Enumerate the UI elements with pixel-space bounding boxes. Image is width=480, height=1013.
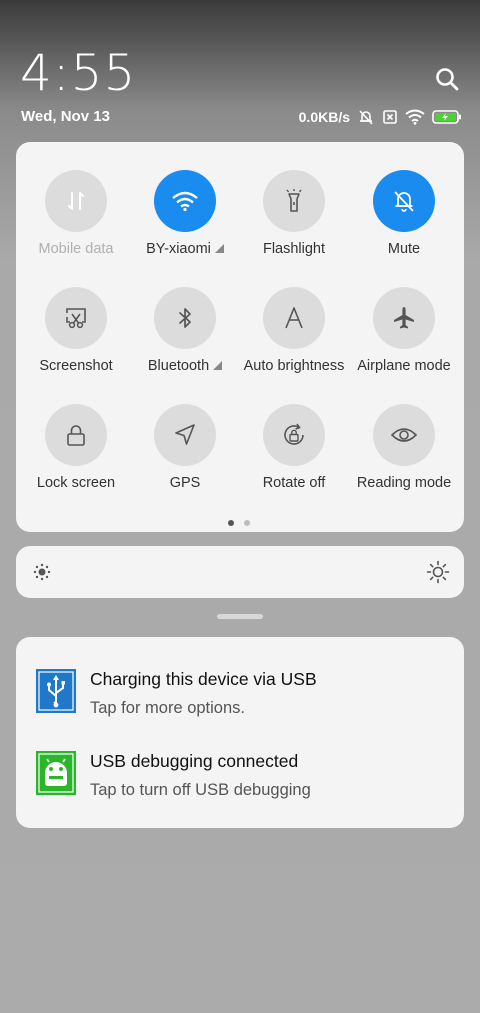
brightness-low-icon	[32, 562, 52, 587]
android-debug-icon	[36, 751, 76, 795]
expand-triangle-icon	[214, 244, 224, 253]
status-bar: 0.0KB/s	[299, 106, 462, 128]
notification-subtitle: Tap for more options.	[90, 699, 245, 717]
tile-flashlight[interactable]: Flashlight	[239, 170, 349, 257]
network-speed: 0.0KB/s	[298, 109, 350, 125]
tile-rotate-off[interactable]: Rotate off	[239, 404, 349, 491]
drag-handle[interactable]	[217, 614, 263, 619]
clock-time: 4:55	[20, 44, 137, 102]
tile-label: Reading mode	[356, 475, 452, 491]
tile-gps[interactable]: GPS	[130, 404, 240, 491]
brightness-high-icon	[426, 560, 450, 589]
notification-usb-charging[interactable]: Charging this device via USB Tap for mor…	[36, 669, 317, 718]
tile-auto-brightness[interactable]: Auto brightness	[239, 287, 349, 374]
tile-lock-screen[interactable]: Lock screen	[21, 404, 131, 491]
expand-triangle-icon	[213, 361, 223, 370]
tile-reading-mode[interactable]: Reading mode	[349, 404, 459, 491]
auto-brightness-icon	[263, 287, 325, 349]
wifi-icon	[154, 170, 216, 232]
bluetooth-icon	[154, 287, 216, 349]
page-dot-active[interactable]	[228, 520, 234, 526]
notification-panel: Charging this device via USB Tap for mor…	[16, 637, 464, 828]
tile-label: Auto brightness	[243, 358, 345, 374]
gps-icon	[154, 404, 216, 466]
tile-label: Bluetooth	[147, 358, 210, 374]
usb-icon	[36, 669, 76, 713]
mobile-data-icon	[45, 170, 107, 232]
tile-mobile-data[interactable]: Mobile data	[21, 170, 131, 257]
lock-icon	[45, 404, 107, 466]
date-label[interactable]: Wed, Nov 13	[21, 108, 110, 125]
flashlight-icon	[263, 170, 325, 232]
tile-label: BY-xiaomi	[146, 241, 211, 257]
page-dot[interactable]	[244, 520, 250, 526]
wifi-status-icon	[405, 109, 425, 125]
tile-label: Lock screen	[36, 475, 116, 491]
brightness-slider[interactable]	[16, 546, 464, 598]
tile-airplane-mode[interactable]: Airplane mode	[349, 287, 459, 374]
tile-label: Flashlight	[262, 241, 326, 257]
rotate-lock-icon	[263, 404, 325, 466]
tile-label: Screenshot	[39, 358, 113, 374]
tile-mute[interactable]: Mute	[349, 170, 459, 257]
notification-subtitle: Tap to turn off USB debugging	[90, 781, 311, 799]
screenshot-icon	[45, 287, 107, 349]
quick-settings-panel: Mobile data BY-xiaomi Flashlight Mute Sc…	[16, 142, 464, 532]
tile-bluetooth[interactable]: Bluetooth	[130, 287, 240, 374]
bell-off-icon	[373, 170, 435, 232]
eye-icon	[373, 404, 435, 466]
tile-label: Rotate off	[262, 475, 326, 491]
tile-label: Mobile data	[38, 241, 114, 257]
tile-label: Airplane mode	[357, 358, 451, 374]
notification-title: Charging this device via USB	[90, 669, 317, 689]
tile-screenshot[interactable]: Screenshot	[21, 287, 131, 374]
page-indicator	[228, 520, 250, 526]
tile-label: GPS	[169, 475, 201, 491]
airplane-icon	[373, 287, 435, 349]
tile-wifi[interactable]: BY-xiaomi	[130, 170, 240, 257]
notification-title: USB debugging connected	[90, 751, 299, 771]
search-icon[interactable]	[434, 66, 462, 94]
notification-usb-debugging[interactable]: USB debugging connected Tap to turn off …	[36, 751, 311, 800]
tile-label: Mute	[387, 241, 421, 257]
battery-charging-icon	[432, 109, 462, 125]
no-sim-icon	[382, 109, 398, 125]
alarm-off-icon	[357, 108, 375, 126]
